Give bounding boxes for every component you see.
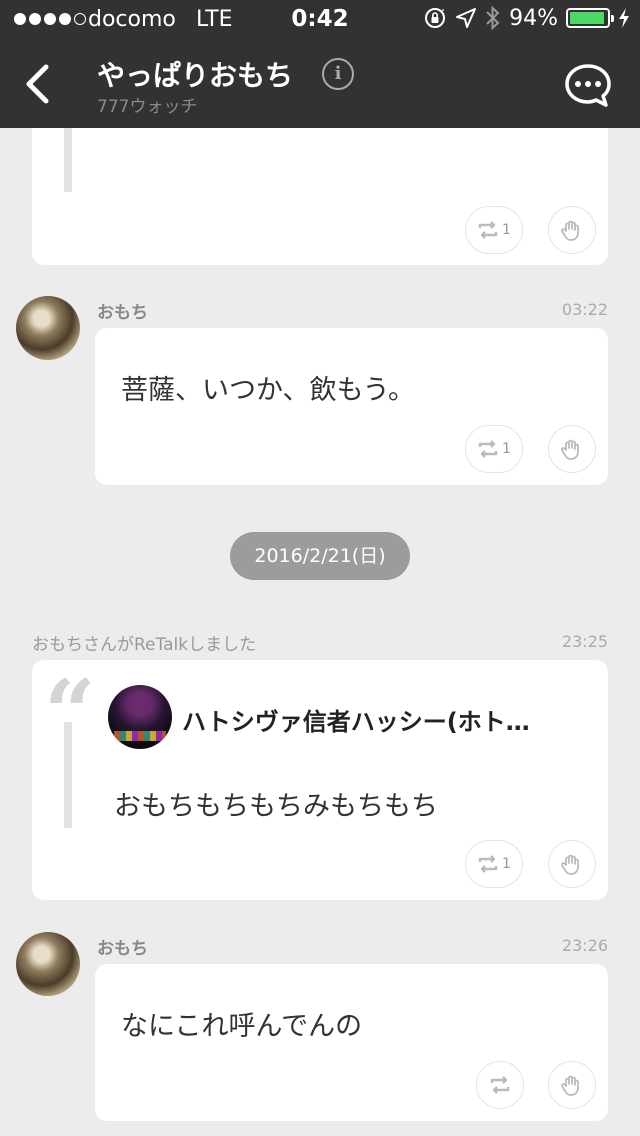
post-author: おもち: [97, 303, 148, 323]
top-bar: docomo LTE 0:42 94% やっぱりおもち i 777ウォッチ: [0, 0, 640, 128]
battery-icon: [566, 8, 614, 28]
page-title: やっぱりおもち: [97, 59, 294, 92]
post-text: なにこれ呼んでんの: [121, 1011, 363, 1042]
like-hand-button[interactable]: [548, 425, 596, 473]
quote-bar: [64, 128, 72, 192]
post-time: 23:26: [561, 936, 608, 955]
charging-bolt-icon: [619, 8, 629, 28]
post-text: 菩薩、いつか、飲もう。: [121, 375, 416, 406]
retalk-icon: [490, 1076, 510, 1094]
retalk-count: 1: [502, 856, 511, 872]
retalk-button[interactable]: 1: [465, 425, 523, 473]
retalk-count: 1: [502, 222, 511, 238]
post-time: 03:22: [561, 300, 608, 319]
location-arrow-icon: [456, 8, 477, 28]
hand-icon: [561, 1075, 579, 1096]
hand-icon: [561, 854, 579, 875]
chat-bubble-icon[interactable]: [564, 62, 612, 108]
like-hand-button[interactable]: [548, 1061, 596, 1109]
quoted-author-avatar[interactable]: [108, 685, 172, 749]
avatar[interactable]: [16, 296, 80, 360]
retalk-count: 1: [502, 441, 511, 457]
rotation-lock-icon: [425, 8, 446, 28]
retalk-icon: [478, 440, 498, 458]
avatar[interactable]: [16, 932, 80, 996]
hand-icon: [561, 220, 579, 241]
bluetooth-icon: [486, 5, 500, 31]
hand-icon: [561, 439, 579, 460]
retalk-icon: [478, 221, 498, 239]
quoted-text: おもちもちもちみもちもち: [114, 791, 438, 822]
quote-bar: [64, 722, 72, 828]
like-hand-button[interactable]: [548, 840, 596, 888]
retalk-button[interactable]: 1: [465, 840, 523, 888]
battery-percentage: 94%: [509, 5, 558, 31]
status-bar: docomo LTE 0:42 94%: [0, 0, 640, 40]
retalk-button[interactable]: [476, 1061, 524, 1109]
navigation-bar: やっぱりおもち i 777ウォッチ: [0, 40, 640, 128]
like-hand-button[interactable]: [548, 206, 596, 254]
retalk-icon: [478, 855, 498, 873]
quoted-author-name[interactable]: ハトシヴァ信者ハッシー(ホト…: [182, 702, 530, 737]
retalk-time: 23:25: [561, 632, 608, 651]
post-author: おもち: [97, 939, 148, 959]
retalk-notice: おもちさんがReTalkしました: [32, 635, 257, 655]
info-icon[interactable]: i: [322, 58, 354, 90]
date-separator: 2016/2/21(日): [230, 532, 410, 580]
retalk-button[interactable]: 1: [465, 206, 523, 254]
back-chevron-icon[interactable]: [22, 64, 54, 104]
page-subtitle: 777ウォッチ: [97, 97, 198, 117]
